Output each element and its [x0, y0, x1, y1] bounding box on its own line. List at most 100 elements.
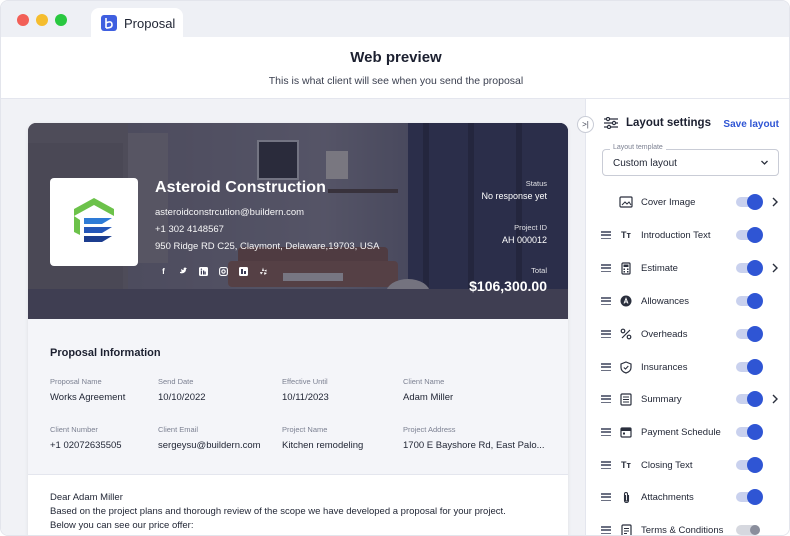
field-client-email: Client Email sergeysu@buildern.com [158, 425, 261, 451]
company-logo-icon [74, 198, 114, 242]
layout-item-terms-conditions[interactable]: Terms & Conditions [601, 520, 781, 536]
status-block: Status No response yet [481, 179, 547, 201]
drag-handle-icon[interactable] [601, 395, 611, 403]
page-subtitle: This is what client will see when you se… [268, 75, 524, 87]
drag-handle-icon[interactable] [601, 297, 611, 305]
field-project-name: Project Name Kitchen remodeling [282, 425, 363, 451]
collapse-panel-button[interactable]: >| [577, 116, 594, 133]
browser-window: Proposal Web preview This is what client… [0, 0, 790, 536]
layout-item-allowances[interactable]: Allowances [601, 291, 781, 311]
field-label: Client Number [50, 425, 98, 434]
layout-item-introduction-text[interactable]: Tт Introduction Text [601, 225, 781, 245]
attachments-toggle[interactable] [736, 489, 763, 505]
summary-toggle[interactable] [736, 391, 763, 407]
overheads-toggle[interactable] [736, 326, 763, 342]
layout-item-closing-text[interactable]: Tт Closing Text [601, 455, 781, 475]
insurances-toggle[interactable] [736, 359, 763, 375]
linkedin-icon[interactable] [199, 267, 208, 276]
close-window-button[interactable] [17, 14, 29, 26]
cover-image-toggle[interactable] [736, 194, 763, 210]
total-block: Total $106,300.00 [469, 266, 547, 294]
layout-item-cover-image[interactable]: Cover Image [601, 192, 781, 212]
drag-handle-icon[interactable] [601, 526, 611, 534]
twitter-icon[interactable] [179, 267, 188, 276]
layout-item-insurances[interactable]: Insurances [601, 357, 781, 377]
layout-item-summary[interactable]: Summary [601, 389, 781, 409]
chevron-right-icon[interactable] [771, 394, 779, 404]
payment-schedule-toggle[interactable] [736, 424, 763, 440]
drag-handle-icon[interactable] [601, 363, 611, 371]
field-value: +1 02072635505 [50, 440, 122, 451]
houzz-icon[interactable] [239, 267, 248, 276]
company-address: 950 Ridge RD C25, Claymont, Delaware,197… [155, 241, 380, 252]
estimate-toggle[interactable] [736, 260, 763, 276]
drag-handle-icon[interactable] [601, 428, 611, 436]
title-bar: Proposal [1, 1, 789, 38]
calculator-icon [619, 261, 633, 275]
cover-image: Asteroid Construction asteroidconstrcuti… [28, 123, 568, 319]
letter-line: Below you can see our price offer: [50, 520, 194, 531]
project-id-label: Project ID [514, 223, 547, 232]
field-label: Client Name [403, 377, 445, 386]
save-layout-button[interactable]: Save layout [723, 119, 779, 130]
shield-icon [619, 360, 633, 374]
field-label: Effective Until [282, 377, 328, 386]
field-label: Proposal Name [50, 377, 102, 386]
preview-area[interactable]: Asteroid Construction asteroidconstrcuti… [1, 99, 585, 535]
chevron-right-icon[interactable] [771, 263, 779, 273]
chevron-right-icon[interactable] [771, 197, 779, 207]
layout-settings-panel: >| Layout settings Save layout Layout te… [577, 99, 789, 536]
field-label: Client Email [158, 425, 199, 434]
layout-item-overheads[interactable]: Overheads [601, 324, 781, 344]
minimize-window-button[interactable] [36, 14, 48, 26]
layout-item-payment-schedule[interactable]: Payment Schedule [601, 422, 781, 442]
percent-icon [619, 327, 633, 341]
image-icon [619, 195, 633, 209]
closing-text-toggle[interactable] [736, 457, 763, 473]
yelp-icon[interactable] [259, 267, 268, 276]
total-value: $106,300.00 [469, 278, 547, 294]
field-value: 1700 E Bayshore Rd, East Palo... [403, 440, 545, 451]
app-logo-icon [101, 15, 117, 31]
page-title: Web preview [350, 49, 442, 66]
drag-handle-icon[interactable] [601, 493, 611, 501]
field-label: Send Date [158, 377, 194, 386]
section-title: Proposal Information [50, 347, 161, 359]
layout-template-select[interactable]: Layout template Custom layout [602, 144, 779, 176]
instagram-icon[interactable] [219, 267, 228, 276]
text-format-icon: Tт [621, 460, 631, 470]
select-value: Custom layout [613, 158, 677, 169]
layout-item-estimate[interactable]: Estimate [601, 258, 781, 278]
sliders-icon [604, 117, 618, 129]
layout-item-attachments[interactable]: Attachments [601, 487, 781, 507]
maximize-window-button[interactable] [55, 14, 67, 26]
preview-header: Web preview This is what client will see… [1, 37, 789, 99]
company-phone: +1 302 4148567 [155, 224, 224, 235]
company-details: Asteroid Construction asteroidconstrcuti… [155, 179, 379, 252]
field-effective-until: Effective Until 10/11/2023 [282, 377, 329, 403]
allowances-toggle[interactable] [736, 293, 763, 309]
field-proposal-name: Proposal Name Works Agreement [50, 377, 125, 403]
field-value: 10/10/2022 [158, 392, 206, 403]
field-value: sergeysu@buildern.com [158, 440, 261, 451]
field-value: Adam Miller [403, 392, 454, 403]
panel-title: Layout settings [626, 117, 711, 129]
proposal-information: Proposal Information Proposal Name Works… [28, 319, 568, 475]
drag-handle-icon[interactable] [601, 264, 611, 272]
calendar-icon [619, 425, 633, 439]
company-logo [50, 178, 138, 266]
social-links: f [159, 267, 268, 276]
terms-conditions-toggle[interactable] [736, 525, 760, 535]
introduction-text-toggle[interactable] [736, 227, 763, 243]
total-label: Total [531, 266, 547, 275]
drag-handle-icon[interactable] [601, 231, 611, 239]
tab-label: Proposal [124, 15, 176, 31]
drag-handle-icon[interactable] [601, 461, 611, 469]
drag-handle-icon[interactable] [601, 330, 611, 338]
layout-item-label: Terms & Conditions [641, 524, 724, 536]
tab-proposal[interactable]: Proposal [91, 8, 183, 38]
facebook-icon[interactable]: f [159, 267, 168, 276]
text-format-icon: Tт [621, 230, 631, 240]
field-client-name: Client Name Adam Miller [403, 377, 453, 403]
company-email: asteroidconstrcution@buildern.com [155, 207, 305, 218]
